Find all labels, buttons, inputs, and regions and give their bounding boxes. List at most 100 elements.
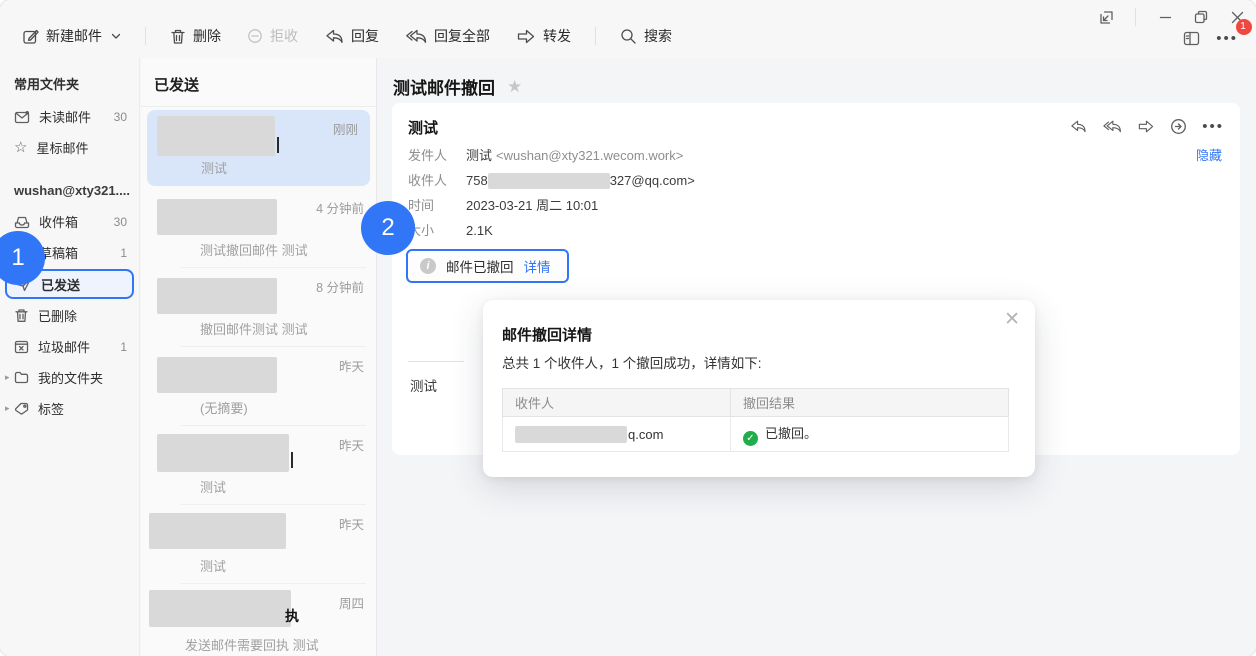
deleted-icon: [14, 308, 29, 323]
redacted-recipient: [149, 513, 286, 549]
to-address-suffix: 327@qq.com>: [610, 168, 695, 193]
sidebar-item-tags[interactable]: ▸ 标签: [0, 393, 139, 424]
result-cell: ✓已撤回。: [731, 417, 1009, 452]
minimize-button[interactable]: [1152, 6, 1178, 28]
list-item[interactable]: 执 周四 发送邮件需要回执 测试: [141, 584, 376, 656]
delete-button[interactable]: 删除: [162, 20, 229, 52]
reject-button[interactable]: 拒收: [239, 20, 306, 52]
sidebar-item-starred[interactable]: ☆ 星标邮件: [0, 132, 139, 163]
compose-button[interactable]: 新建邮件: [14, 20, 129, 52]
more-actions-icon[interactable]: •••: [1202, 118, 1224, 135]
redacted-address: [488, 173, 610, 189]
search-icon: [620, 28, 637, 45]
delete-label: 删除: [193, 26, 221, 46]
list-item[interactable]: 昨天 测试: [141, 505, 376, 584]
redacted-recipient: [149, 590, 291, 627]
text-cursor: [291, 452, 293, 468]
tag-icon: [14, 402, 29, 415]
hide-details-link[interactable]: 隐藏: [1196, 145, 1222, 164]
redacted-recipient: [157, 357, 277, 393]
sidebar-item-my-folders[interactable]: ▸ 我的文件夹: [0, 362, 139, 393]
mail-list-header: 已发送: [141, 58, 376, 107]
success-check-icon: ✓: [743, 431, 758, 446]
search-button[interactable]: 搜索: [612, 20, 680, 52]
more-options-icon[interactable]: ••• 1: [1216, 30, 1242, 47]
spam-count: 1: [120, 340, 127, 354]
to-label: 收件人: [408, 168, 451, 193]
sidebar-item-deleted[interactable]: 已删除: [0, 300, 139, 331]
recall-status-banner: i 邮件已撤回 详情: [406, 249, 569, 283]
toolbar-separator: [145, 27, 146, 45]
common-folders-heading: 常用文件夹: [0, 58, 139, 101]
dialog-close-icon[interactable]: ✕: [1004, 308, 1020, 331]
list-item[interactable]: 刚刚 测试: [147, 110, 370, 186]
popout-icon[interactable]: [1093, 6, 1119, 28]
trash-icon: [170, 28, 186, 45]
drafts-count: 1: [120, 246, 127, 260]
annotation-step-2: 2: [361, 201, 415, 255]
expand-triangle-icon[interactable]: ▸: [5, 403, 14, 414]
unread-count: 30: [114, 110, 127, 124]
list-item[interactable]: 昨天 测试: [141, 426, 376, 505]
sidebar-item-unread[interactable]: 未读邮件 30: [0, 101, 139, 132]
redacted-recipient: [157, 278, 277, 314]
from-label: 发件人: [408, 143, 451, 168]
mail-meta: 发件人 测试 <wushan@xty321.wecom.work> 收件人 75…: [408, 143, 695, 243]
forward-label: 转发: [543, 26, 571, 46]
redacted-recipient: [157, 116, 275, 156]
size-value: 2.1K: [466, 218, 493, 243]
list-item[interactable]: 昨天 (无摘要): [141, 347, 376, 426]
from-name: 测试: [466, 143, 492, 168]
sender-display-name: 测试: [408, 117, 438, 138]
reading-pane-layout-icon[interactable]: [1183, 31, 1200, 46]
folder-icon: [14, 371, 29, 384]
reply-button[interactable]: 回复: [316, 20, 387, 52]
mail-app-window: 新建邮件 删除 拒收: [0, 0, 1256, 656]
body-divider: [408, 361, 464, 362]
list-item[interactable]: 8 分钟前 撤回邮件测试 测试: [141, 268, 376, 347]
reject-icon: [247, 28, 263, 44]
forward-icon: [516, 28, 536, 45]
compose-label: 新建邮件: [46, 26, 102, 46]
reply-all-button[interactable]: 回复全部: [397, 20, 498, 52]
toolbar-separator: [595, 27, 596, 45]
redacted-recipient: [157, 434, 289, 472]
account-name[interactable]: wushan@xty321....: [0, 163, 139, 206]
subject-star-icon[interactable]: ★: [507, 77, 522, 97]
folder-sidebar: 常用文件夹 未读邮件 30 ☆ 星标邮件 wushan@xty321.... 收…: [0, 58, 140, 656]
window-controls-separator: [1135, 8, 1136, 26]
notification-badge: 1: [1236, 19, 1252, 35]
forward-button[interactable]: 转发: [508, 20, 579, 52]
forward-icon[interactable]: [1137, 119, 1155, 134]
chevron-down-icon: [111, 33, 121, 40]
inbox-icon: [14, 215, 30, 229]
text-cursor: [277, 137, 279, 153]
recipient-cell: q.com: [503, 417, 731, 452]
mail-subject-title: 测试邮件撤回: [393, 74, 495, 99]
reject-label: 拒收: [270, 26, 298, 46]
recall-status-text: 邮件已撤回: [446, 256, 514, 276]
time-label: 时间: [408, 193, 451, 218]
mail-body-text: 测试: [410, 375, 437, 395]
redacted-recipient: [157, 199, 277, 235]
redacted-address: [515, 426, 627, 443]
sidebar-item-spam[interactable]: 垃圾邮件 1: [0, 331, 139, 362]
search-label: 搜索: [644, 26, 672, 46]
expand-triangle-icon[interactable]: ▸: [5, 372, 14, 383]
maximize-button[interactable]: [1188, 6, 1214, 28]
column-header-recipient: 收件人: [503, 389, 731, 417]
mail-list-pane: 已发送 刚刚 测试 4 分钟前 测试撤回邮件 测试 8 分钟前 撤回邮件测试 测…: [141, 58, 377, 656]
time-value: 2023-03-21 周二 10:01: [466, 193, 598, 218]
dialog-title: 邮件撤回详情: [502, 324, 592, 345]
table-row: q.com ✓已撤回。: [503, 417, 1009, 452]
reply-all-label: 回复全部: [434, 26, 490, 46]
reply-label: 回复: [351, 26, 379, 46]
reply-all-icon[interactable]: [1102, 119, 1122, 134]
reply-icon[interactable]: [1069, 119, 1087, 134]
recall-details-link[interactable]: 详情: [524, 256, 551, 276]
share-to-chat-icon[interactable]: [1170, 118, 1187, 135]
to-address-prefix: 758: [466, 168, 488, 193]
list-item[interactable]: 4 分钟前 测试撤回邮件 测试: [141, 189, 376, 268]
star-icon: ☆: [14, 141, 27, 155]
info-icon: i: [420, 258, 436, 274]
